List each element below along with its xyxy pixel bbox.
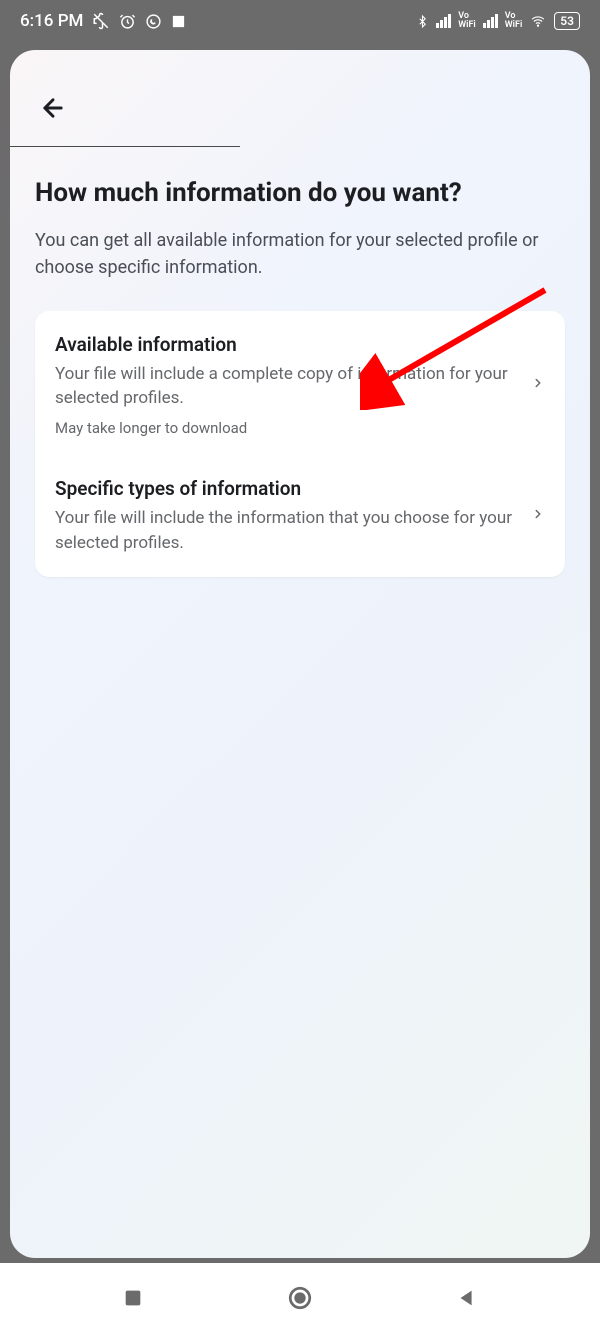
signal-icon-2 (483, 14, 498, 28)
option-content: Specific types of information Your file … (55, 477, 531, 555)
battery-indicator: 53 (554, 12, 580, 30)
circle-icon (287, 1285, 313, 1311)
navigation-bar (0, 1263, 600, 1333)
vowifi-label-1: VoWiFi (458, 12, 476, 30)
option-description: Your file will include the information t… (55, 506, 516, 555)
option-title: Available information (55, 333, 516, 356)
triangle-left-icon (456, 1287, 478, 1309)
options-card: Available information Your file will inc… (35, 311, 565, 578)
status-right: VoWiFi VoWiFi 53 (416, 12, 580, 30)
option-note: May take longer to download (55, 419, 516, 437)
status-left: 6:16 PM (20, 11, 186, 31)
option-description: Your file will include a complete copy o… (55, 362, 516, 411)
option-title: Specific types of information (55, 477, 516, 500)
nav-recent-button[interactable] (118, 1283, 148, 1313)
square-icon (122, 1287, 144, 1309)
mute-icon (92, 12, 110, 30)
option-specific-types[interactable]: Specific types of information Your file … (35, 459, 565, 577)
chevron-right-icon (531, 503, 545, 529)
alarm-icon (119, 13, 136, 30)
option-available-information[interactable]: Available information Your file will inc… (35, 311, 565, 459)
main-content: How much information do you want? You ca… (10, 147, 590, 607)
whatsapp-icon (145, 13, 162, 30)
arrow-left-icon (39, 94, 67, 122)
app-frame: How much information do you want? You ca… (10, 50, 590, 1258)
wifi-icon (529, 14, 547, 28)
signal-icon-1 (436, 14, 451, 28)
square-icon (171, 14, 186, 29)
status-bar: 6:16 PM (0, 0, 600, 42)
vowifi-label-2: VoWiFi (505, 12, 523, 30)
chevron-right-icon (531, 372, 545, 398)
option-content: Available information Your file will inc… (55, 333, 531, 437)
page-subtitle: You can get all available information fo… (35, 227, 565, 281)
header (10, 50, 590, 146)
bluetooth-icon (416, 13, 429, 30)
back-button[interactable] (35, 90, 71, 126)
page-title: How much information do you want? (35, 177, 565, 211)
nav-home-button[interactable] (285, 1283, 315, 1313)
status-time: 6:16 PM (20, 11, 83, 31)
nav-back-button[interactable] (452, 1283, 482, 1313)
